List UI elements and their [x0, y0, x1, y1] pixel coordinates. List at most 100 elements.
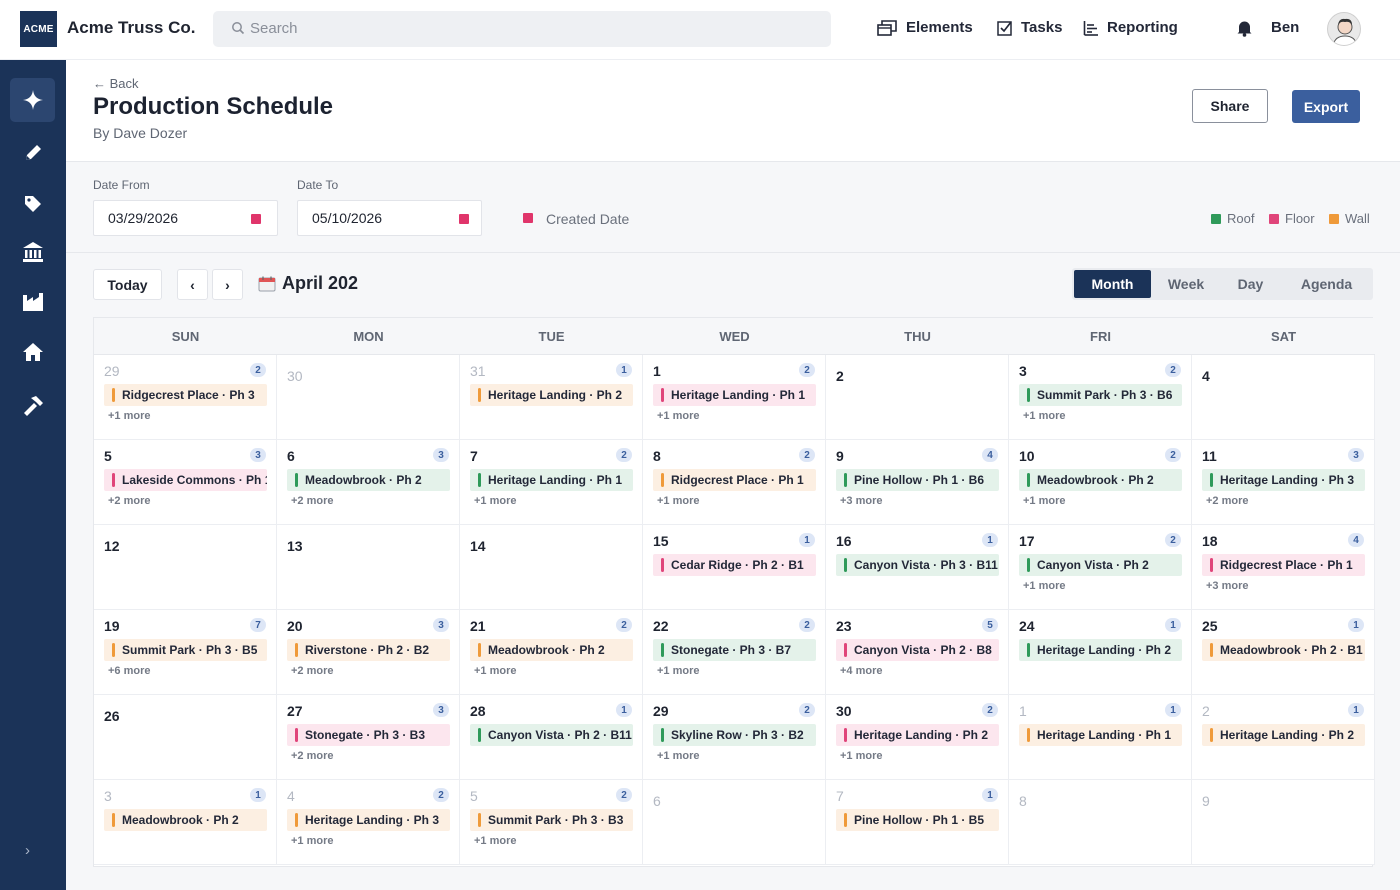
avatar[interactable] [1327, 12, 1361, 46]
day-cell[interactable]: 12 [94, 525, 277, 610]
more-events-link[interactable]: +1 more [474, 665, 517, 677]
calendar-event[interactable]: Heritage Landing · Ph 3 [1202, 469, 1365, 491]
user-name[interactable]: Ben [1271, 19, 1299, 36]
calendar-event[interactable]: Meadowbrook · Ph 2 [1019, 469, 1182, 491]
calendar-event[interactable]: Cedar Ridge · Ph 2 · B1 [653, 554, 816, 576]
day-cell[interactable]: 30 [277, 355, 460, 440]
today-button[interactable]: Today [93, 269, 162, 300]
day-cell[interactable]: 7 2 Heritage Landing · Ph 1 +1 more [460, 440, 643, 525]
day-cell[interactable]: 2 [826, 355, 1009, 440]
day-cell[interactable]: 26 [94, 695, 277, 780]
calendar-event[interactable]: Skyline Row · Ph 3 · B2 [653, 724, 816, 746]
day-cell[interactable]: 4 [1192, 355, 1375, 440]
calendar-event[interactable]: Stonegate · Ph 3 · B3 [287, 724, 450, 746]
nav-reporting[interactable]: Reporting [1083, 19, 1178, 36]
sidebar-item-institution[interactable] [10, 230, 55, 274]
calendar-event[interactable]: Riverstone · Ph 2 · B2 [287, 639, 450, 661]
calendar-event[interactable]: Meadowbrook · Ph 2 [470, 639, 633, 661]
calendar-event[interactable]: Ridgecrest Place · Ph 3 [104, 384, 267, 406]
calendar-event[interactable]: Meadowbrook · Ph 2 [287, 469, 450, 491]
day-cell[interactable]: 9 [1192, 780, 1375, 865]
day-cell[interactable]: 9 4 Pine Hollow · Ph 1 · B6 +3 more [826, 440, 1009, 525]
day-cell[interactable]: 11 3 Heritage Landing · Ph 3 +2 more [1192, 440, 1375, 525]
day-cell[interactable]: 31 1 Heritage Landing · Ph 2 [460, 355, 643, 440]
day-cell[interactable]: 7 1 Pine Hollow · Ph 1 · B5 [826, 780, 1009, 865]
calendar-event[interactable]: Lakeside Commons · Ph 1 [104, 469, 267, 491]
next-month-button[interactable]: › [212, 269, 243, 300]
calendar-event[interactable]: Pine Hollow · Ph 1 · B5 [836, 809, 999, 831]
day-cell[interactable]: 10 2 Meadowbrook · Ph 2 +1 more [1009, 440, 1192, 525]
calendar-event[interactable]: Meadowbrook · Ph 2 [104, 809, 267, 831]
search-box[interactable]: Search [213, 11, 831, 47]
day-cell[interactable]: 30 2 Heritage Landing · Ph 2 +1 more [826, 695, 1009, 780]
view-week-tab[interactable]: Week [1155, 270, 1217, 298]
calendar-icon[interactable] [459, 214, 469, 224]
day-cell[interactable]: 28 1 Canyon Vista · Ph 2 · B11 [460, 695, 643, 780]
day-cell[interactable]: 29 2 Ridgecrest Place · Ph 3 +1 more [94, 355, 277, 440]
day-cell[interactable]: 5 3 Lakeside Commons · Ph 1 +2 more [94, 440, 277, 525]
calendar-event[interactable]: Heritage Landing · Ph 1 [653, 384, 816, 406]
day-cell[interactable]: 5 2 Summit Park · Ph 3 · B3 +1 more [460, 780, 643, 865]
date-to-field[interactable]: 05/10/2026 [297, 200, 482, 236]
calendar-event[interactable]: Pine Hollow · Ph 1 · B6 [836, 469, 999, 491]
export-button[interactable]: Export [1292, 90, 1360, 123]
more-events-link[interactable]: +1 more [1023, 495, 1066, 507]
more-events-link[interactable]: +3 more [1206, 580, 1249, 592]
day-cell[interactable]: 4 2 Heritage Landing · Ph 3 +1 more [277, 780, 460, 865]
more-events-link[interactable]: +1 more [657, 665, 700, 677]
created-date-filter[interactable]: Created Date [546, 211, 629, 227]
day-cell[interactable]: 25 1 Meadowbrook · Ph 2 · B1 [1192, 610, 1375, 695]
sidebar-item-house[interactable] [10, 330, 55, 374]
calendar-event[interactable]: Stonegate · Ph 3 · B7 [653, 639, 816, 661]
day-cell[interactable]: 27 3 Stonegate · Ph 3 · B3 +2 more [277, 695, 460, 780]
search-input[interactable]: Search [250, 20, 298, 37]
day-cell[interactable]: 3 1 Meadowbrook · Ph 2 [94, 780, 277, 865]
day-cell[interactable]: 20 3 Riverstone · Ph 2 · B2 +2 more [277, 610, 460, 695]
calendar-event[interactable]: Canyon Vista · Ph 3 · B11 [836, 554, 999, 576]
view-agenda-tab[interactable]: Agenda [1284, 270, 1369, 298]
view-month-tab[interactable]: Month [1074, 270, 1151, 298]
more-events-link[interactable]: +1 more [657, 495, 700, 507]
calendar-event[interactable]: Summit Park · Ph 3 · B6 [1019, 384, 1182, 406]
sidebar-item-factory[interactable] [10, 280, 55, 324]
day-cell[interactable]: 13 [277, 525, 460, 610]
more-events-link[interactable]: +1 more [840, 750, 883, 762]
calendar-event[interactable]: Heritage Landing · Ph 3 [287, 809, 450, 831]
day-cell[interactable]: 1 1 Heritage Landing · Ph 1 [1009, 695, 1192, 780]
day-cell[interactable]: 8 [1009, 780, 1192, 865]
more-events-link[interactable]: +2 more [108, 495, 151, 507]
day-cell[interactable]: 21 2 Meadowbrook · Ph 2 +1 more [460, 610, 643, 695]
day-cell[interactable]: 22 2 Stonegate · Ph 3 · B7 +1 more [643, 610, 826, 695]
calendar-event[interactable]: Ridgecrest Place · Ph 1 [653, 469, 816, 491]
calendar-event[interactable]: Summit Park · Ph 3 · B5 [104, 639, 267, 661]
back-link[interactable]: ← Back [93, 76, 139, 91]
day-cell[interactable]: 6 [643, 780, 826, 865]
day-cell[interactable]: 6 3 Meadowbrook · Ph 2 +2 more [277, 440, 460, 525]
day-cell[interactable]: 16 1 Canyon Vista · Ph 3 · B11 [826, 525, 1009, 610]
calendar-event[interactable]: Heritage Landing · Ph 2 [836, 724, 999, 746]
day-cell[interactable]: 23 5 Canyon Vista · Ph 2 · B8 +4 more [826, 610, 1009, 695]
sidebar-item-edit[interactable] [10, 131, 55, 175]
bell-icon[interactable] [1236, 19, 1253, 37]
sidebar-item-tools[interactable] [10, 384, 55, 428]
company-logo[interactable]: ACME [20, 11, 57, 47]
day-cell[interactable]: 19 7 Summit Park · Ph 3 · B5 +6 more [94, 610, 277, 695]
calendar-event[interactable]: Ridgecrest Place · Ph 1 [1202, 554, 1365, 576]
sidebar-expand-button[interactable]: › [25, 842, 30, 859]
calendar-event[interactable]: Meadowbrook · Ph 2 · B1 [1202, 639, 1365, 661]
nav-tasks[interactable]: Tasks [997, 19, 1062, 36]
calendar-icon[interactable] [251, 214, 261, 224]
calendar-event[interactable]: Summit Park · Ph 3 · B3 [470, 809, 633, 831]
date-from-field[interactable]: 03/29/2026 [93, 200, 278, 236]
more-events-link[interactable]: +3 more [840, 495, 883, 507]
more-events-link[interactable]: +1 more [1023, 410, 1066, 422]
calendar-event[interactable]: Heritage Landing · Ph 1 [470, 469, 633, 491]
more-events-link[interactable]: +2 more [291, 750, 334, 762]
calendar-event[interactable]: Canyon Vista · Ph 2 · B11 [470, 724, 633, 746]
calendar-event[interactable]: Canyon Vista · Ph 2 [1019, 554, 1182, 576]
more-events-link[interactable]: +1 more [291, 835, 334, 847]
more-events-link[interactable]: +2 more [291, 495, 334, 507]
more-events-link[interactable]: +1 more [108, 410, 151, 422]
more-events-link[interactable]: +1 more [657, 410, 700, 422]
calendar-event[interactable]: Heritage Landing · Ph 1 [1019, 724, 1182, 746]
